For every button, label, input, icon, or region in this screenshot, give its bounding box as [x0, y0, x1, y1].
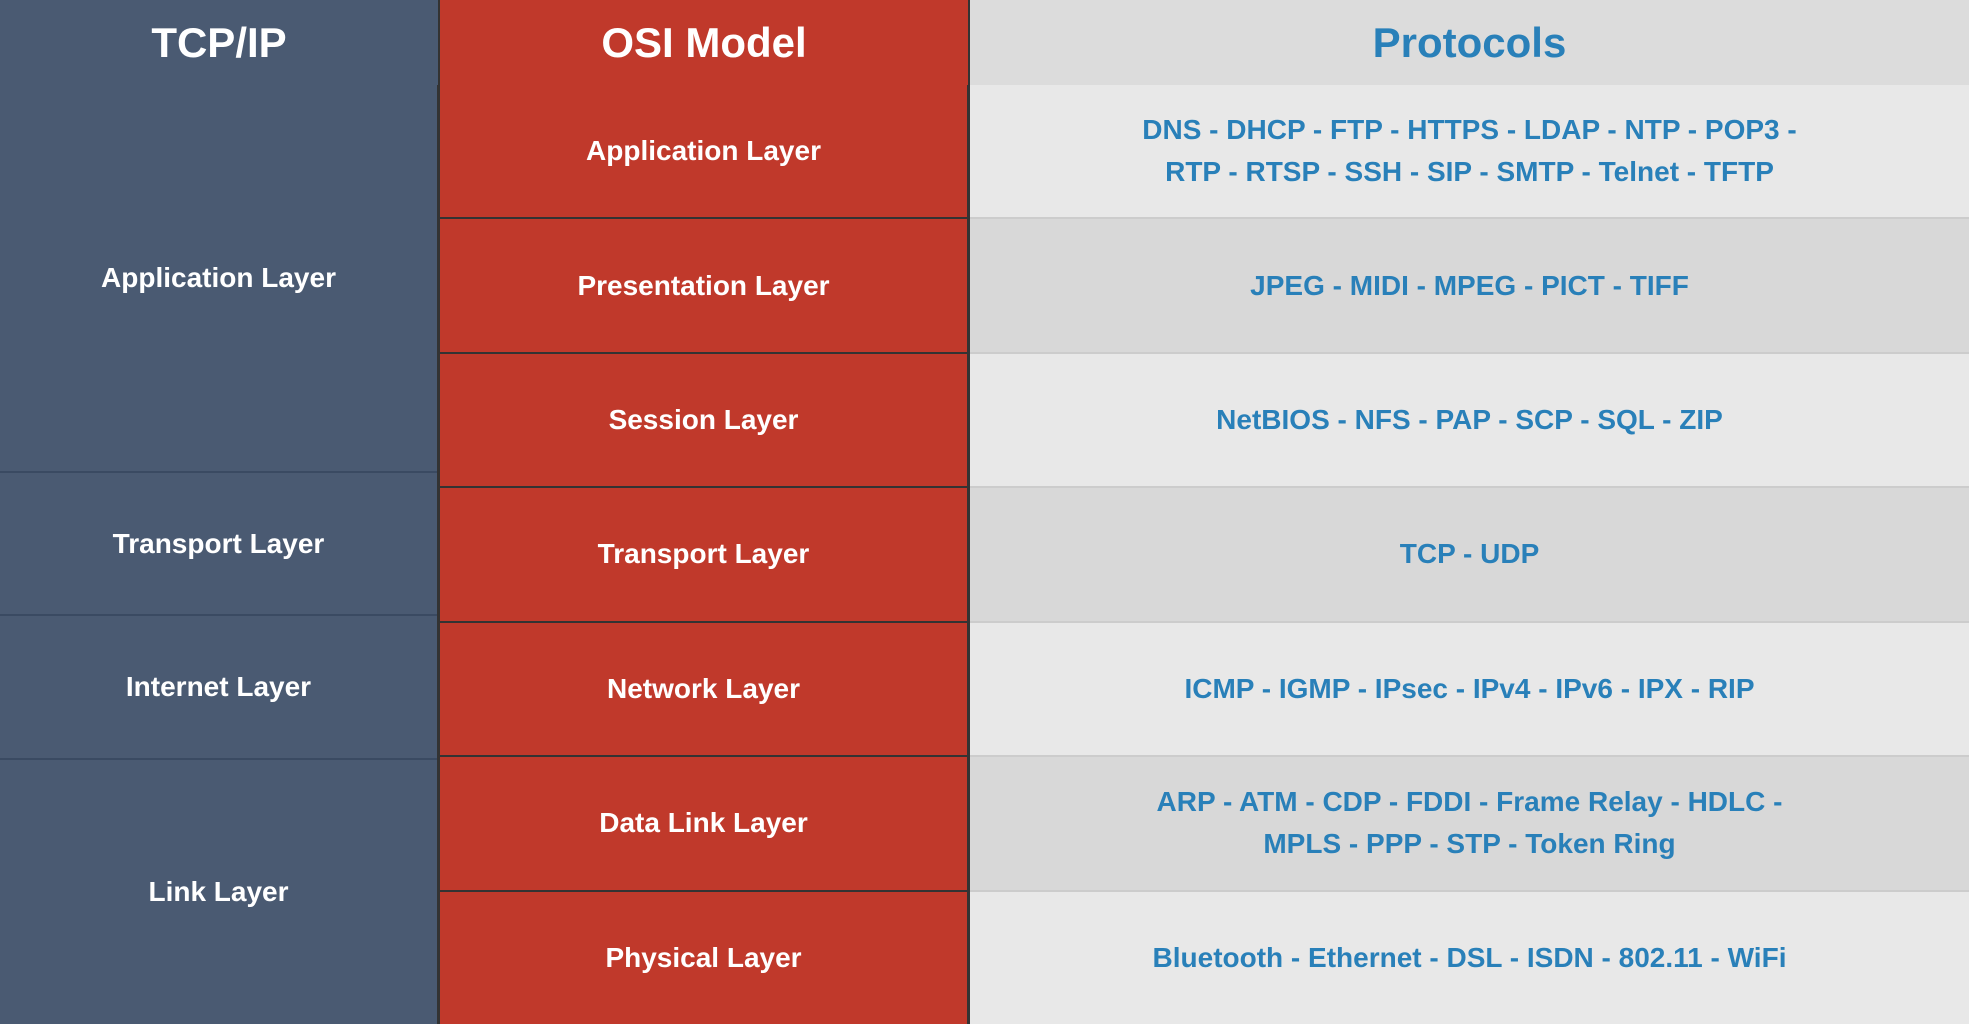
protocol-session-text: NetBIOS - NFS - PAP - SCP - SQL - ZIP — [1216, 399, 1723, 441]
header-row: TCP/IP OSI Model Protocols — [0, 0, 1969, 85]
tcpip-link-layer: Link Layer — [0, 760, 437, 1024]
osi-physical-layer: Physical Layer — [440, 892, 967, 1024]
protocol-session: NetBIOS - NFS - PAP - SCP - SQL - ZIP — [970, 354, 1969, 488]
protocols-column: DNS - DHCP - FTP - HTTPS - LDAP - NTP - … — [970, 85, 1969, 1024]
tcpip-link-layer-label: Link Layer — [148, 876, 288, 908]
osi-network-layer-label: Network Layer — [607, 673, 800, 705]
protocol-presentation-text: JPEG - MIDI - MPEG - PICT - TIFF — [1250, 265, 1689, 307]
header-tcpip: TCP/IP — [0, 0, 440, 85]
osi-transport-layer-label: Transport Layer — [598, 538, 810, 570]
osi-column: Application Layer Presentation Layer Ses… — [440, 85, 970, 1024]
osi-session-layer-label: Session Layer — [609, 404, 799, 436]
osi-presentation-layer: Presentation Layer — [440, 219, 967, 353]
tcpip-transport-layer-label: Transport Layer — [113, 528, 325, 560]
tcpip-application-layer-label: Application Layer — [101, 262, 336, 294]
header-protocols-label: Protocols — [1373, 19, 1567, 67]
protocol-presentation: JPEG - MIDI - MPEG - PICT - TIFF — [970, 219, 1969, 353]
tcpip-column: Application Layer Transport Layer Intern… — [0, 85, 440, 1024]
protocol-transport-text: TCP - UDP — [1400, 533, 1540, 575]
protocol-network-text: ICMP - IGMP - IPsec - IPv4 - IPv6 - IPX … — [1184, 668, 1754, 710]
osi-transport-layer: Transport Layer — [440, 488, 967, 622]
tcpip-internet-layer: Internet Layer — [0, 616, 437, 760]
header-osi: OSI Model — [440, 0, 970, 85]
protocol-physical: Bluetooth - Ethernet - DSL - ISDN - 802.… — [970, 892, 1969, 1024]
protocol-network: ICMP - IGMP - IPsec - IPv4 - IPv6 - IPX … — [970, 623, 1969, 757]
tcpip-transport-layer: Transport Layer — [0, 473, 437, 617]
tcpip-application-layer: Application Layer — [0, 85, 437, 473]
protocol-application: DNS - DHCP - FTP - HTTPS - LDAP - NTP - … — [970, 85, 1969, 219]
osi-presentation-layer-label: Presentation Layer — [577, 270, 829, 302]
header-osi-label: OSI Model — [601, 19, 806, 67]
tcpip-internet-layer-label: Internet Layer — [126, 671, 311, 703]
osi-datalink-layer-label: Data Link Layer — [599, 807, 808, 839]
osi-application-layer: Application Layer — [440, 85, 967, 219]
protocol-application-text: DNS - DHCP - FTP - HTTPS - LDAP - NTP - … — [1142, 109, 1796, 193]
header-protocols: Protocols — [970, 0, 1969, 85]
protocol-datalink-text: ARP - ATM - CDP - FDDI - Frame Relay - H… — [1157, 781, 1783, 865]
osi-physical-layer-label: Physical Layer — [605, 942, 801, 974]
osi-application-layer-label: Application Layer — [586, 135, 821, 167]
protocol-transport: TCP - UDP — [970, 488, 1969, 622]
osi-network-layer: Network Layer — [440, 623, 967, 757]
osi-datalink-layer: Data Link Layer — [440, 757, 967, 891]
table-body: Application Layer Transport Layer Intern… — [0, 85, 1969, 1024]
osi-session-layer: Session Layer — [440, 354, 967, 488]
protocol-datalink: ARP - ATM - CDP - FDDI - Frame Relay - H… — [970, 757, 1969, 891]
main-table: TCP/IP OSI Model Protocols Application L… — [0, 0, 1969, 1024]
header-tcpip-label: TCP/IP — [151, 19, 286, 67]
protocol-physical-text: Bluetooth - Ethernet - DSL - ISDN - 802.… — [1153, 937, 1787, 979]
